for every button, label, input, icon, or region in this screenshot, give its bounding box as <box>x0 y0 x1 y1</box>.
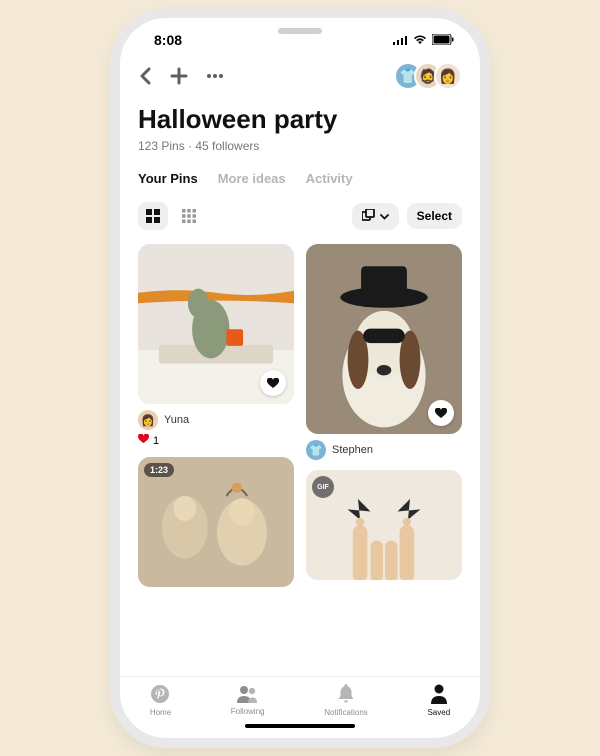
pin-likes[interactable]: 1 <box>138 430 294 447</box>
back-button[interactable] <box>138 67 152 85</box>
status-indicators <box>393 32 454 48</box>
wifi-icon <box>413 32 427 48</box>
heart-button[interactable] <box>260 370 286 396</box>
status-time: 8:08 <box>154 32 182 48</box>
pin-image <box>306 244 462 434</box>
bell-icon <box>337 684 355 706</box>
right-controls: Select <box>352 203 462 230</box>
person-icon <box>431 684 447 706</box>
pin-card[interactable]: 👩 Yuna 1 <box>138 244 294 447</box>
nav-notifications[interactable]: Notifications <box>324 684 368 717</box>
nav-label: Saved <box>427 708 450 717</box>
like-count: 1 <box>153 435 159 447</box>
select-label: Select <box>417 209 452 223</box>
add-button[interactable] <box>170 67 188 85</box>
pin-image: 1:23 <box>138 457 294 587</box>
top-left-actions <box>138 67 224 85</box>
organize-icon <box>362 209 376 224</box>
board-title: Halloween party <box>138 104 462 139</box>
pin-card[interactable]: 👕 Stephen <box>306 244 462 460</box>
tab-your-pins[interactable]: Your Pins <box>138 171 198 186</box>
collaborator-avatars[interactable]: 👕 🧔 👩 <box>394 62 462 90</box>
nav-label: Home <box>150 708 171 717</box>
view-small-grid-button[interactable] <box>174 202 204 230</box>
board-subtitle: 123 Pins · 45 followers <box>138 139 462 171</box>
pin-image: GIF <box>306 470 462 580</box>
pin-author-avatar[interactable]: 👕 <box>306 440 326 460</box>
phone-frame: 8:08 👕 🧔 👩 Halloween party 123 Pins · 45… <box>120 18 480 738</box>
pin-meta: 👩 Yuna <box>138 404 294 430</box>
people-icon <box>237 685 259 705</box>
pin-image <box>138 244 294 404</box>
tab-activity[interactable]: Activity <box>306 171 353 186</box>
controls-row: Select <box>138 202 462 244</box>
pinterest-logo-icon <box>150 684 170 706</box>
pin-author-avatar[interactable]: 👩 <box>138 410 158 430</box>
grid-column: 👕 Stephen GIF <box>306 244 462 587</box>
pin-meta: 👕 Stephen <box>306 434 462 460</box>
board-tabs: Your Pins More ideas Activity <box>138 171 462 202</box>
pins-grid: 👩 Yuna 1 1:23 <box>138 244 462 587</box>
pin-author-name: Yuna <box>164 414 189 426</box>
screen: 👕 🧔 👩 Halloween party 123 Pins · 45 foll… <box>120 52 480 734</box>
nav-label: Notifications <box>324 708 368 717</box>
phone-notch <box>225 18 375 44</box>
pin-card[interactable]: 1:23 <box>138 457 294 587</box>
nav-home[interactable]: Home <box>150 684 171 717</box>
view-toggles <box>138 202 204 230</box>
pin-card[interactable]: GIF <box>306 470 462 580</box>
nav-following[interactable]: Following <box>231 685 265 716</box>
signal-icon <box>393 32 408 48</box>
top-bar: 👕 🧔 👩 <box>138 52 462 104</box>
select-button[interactable]: Select <box>407 203 462 229</box>
chevron-down-icon <box>380 209 389 223</box>
tab-more-ideas[interactable]: More ideas <box>218 171 286 186</box>
nav-label: Following <box>231 707 265 716</box>
heart-icon <box>138 434 149 447</box>
video-duration-badge: 1:23 <box>144 463 174 477</box>
battery-icon <box>432 32 454 48</box>
organize-button[interactable] <box>352 203 399 230</box>
view-large-grid-button[interactable] <box>138 202 168 230</box>
grid-column: 👩 Yuna 1 1:23 <box>138 244 294 587</box>
more-button[interactable] <box>206 73 224 79</box>
home-indicator[interactable] <box>245 724 355 728</box>
collaborator-avatar[interactable]: 👩 <box>434 62 462 90</box>
gif-badge: GIF <box>312 476 334 498</box>
heart-button[interactable] <box>428 400 454 426</box>
nav-saved[interactable]: Saved <box>427 684 450 717</box>
pin-author-name: Stephen <box>332 444 373 456</box>
